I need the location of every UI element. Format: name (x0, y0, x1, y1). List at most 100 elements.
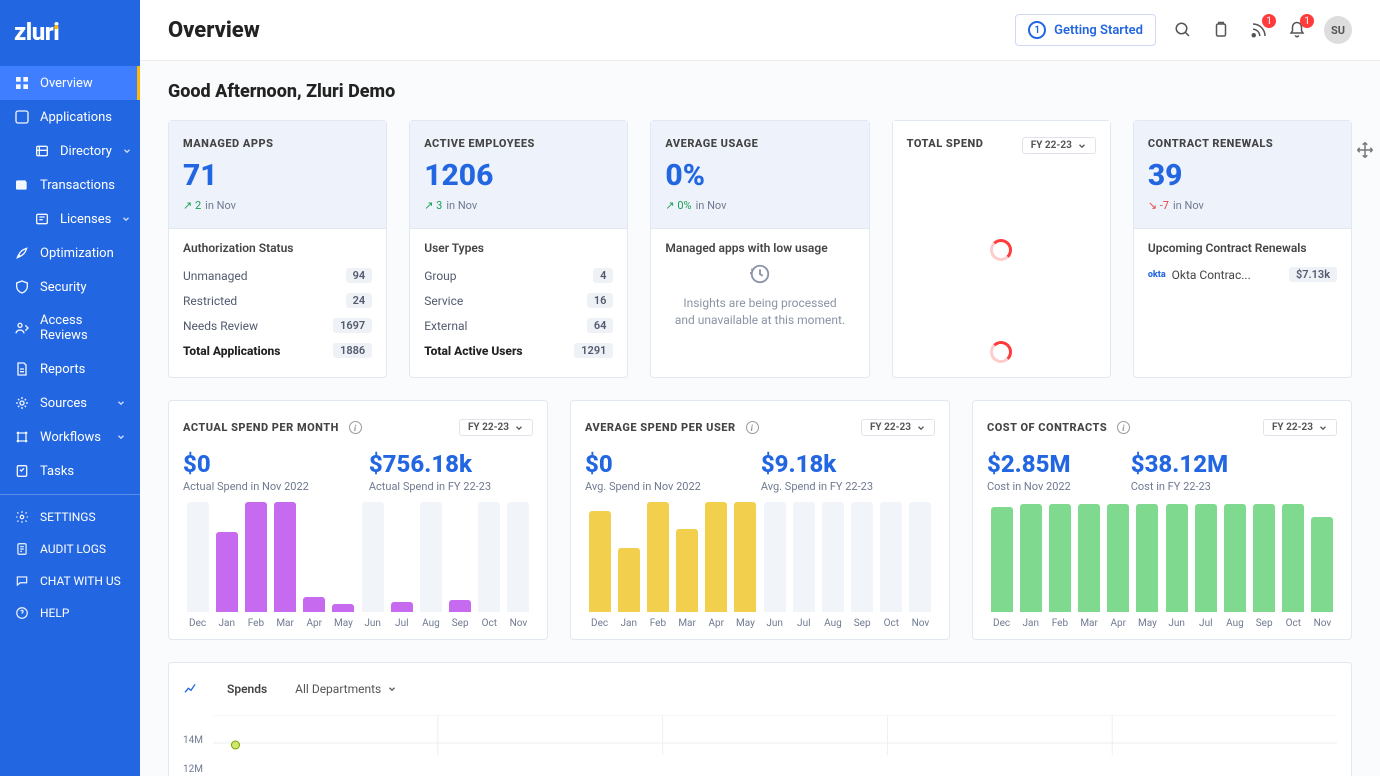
bar[interactable] (449, 600, 471, 612)
stat-row[interactable]: Unmanaged94 (183, 263, 372, 288)
bar-column: Mar (271, 502, 300, 629)
bar[interactable] (478, 502, 500, 612)
move-icon[interactable] (1356, 141, 1374, 159)
progress-step-icon: 1 (1028, 21, 1046, 39)
bar[interactable] (705, 502, 727, 612)
clipboard-icon[interactable] (1210, 19, 1232, 41)
bar[interactable] (1049, 504, 1071, 612)
bar[interactable] (274, 502, 296, 612)
bar[interactable] (1282, 504, 1304, 612)
nav-item-security[interactable]: Security (0, 270, 140, 304)
bar[interactable] (1136, 504, 1158, 612)
bar[interactable] (676, 529, 698, 612)
bar[interactable] (793, 502, 815, 612)
user-avatar[interactable]: SU (1324, 16, 1352, 44)
period-selector[interactable]: FY 22-23 (861, 419, 935, 436)
bar-label: Mar (678, 618, 696, 629)
bar[interactable] (245, 502, 267, 612)
greeting-heading: Good Afternoon, Zluri Demo (168, 81, 1352, 102)
bar[interactable] (1107, 504, 1129, 612)
nav-item-licenses[interactable]: Licenses (0, 202, 140, 236)
bar[interactable] (216, 532, 238, 612)
kpi-delta: ↘ -7 in Nov (1148, 199, 1337, 212)
bar[interactable] (362, 502, 384, 612)
bar-column: Feb (643, 502, 672, 629)
bar[interactable] (332, 604, 354, 612)
period-selector[interactable]: FY 22-23 (459, 419, 533, 436)
bar[interactable] (391, 602, 413, 612)
kpi-label: AVERAGE USAGE (665, 137, 854, 150)
spends-tab[interactable]: Spends (227, 682, 267, 696)
bar[interactable] (880, 502, 902, 612)
info-icon[interactable]: i (746, 421, 759, 434)
bar-label: Dec (591, 618, 608, 629)
info-icon[interactable]: i (1117, 421, 1130, 434)
bar[interactable] (1195, 504, 1217, 612)
bar[interactable] (1311, 517, 1333, 612)
nav-item-directory[interactable]: Directory (0, 134, 140, 168)
kpi-contract-renewals: CONTRACT RENEWALS 39 ↘ -7 in Nov Upcomin… (1133, 120, 1352, 378)
bar[interactable] (303, 597, 325, 612)
task-icon (14, 463, 30, 479)
bar[interactable] (589, 511, 611, 612)
bar[interactable] (507, 502, 529, 612)
bar[interactable] (734, 502, 756, 612)
chart-metric: $756.18kActual Spend in FY 22-23 (369, 450, 491, 493)
bell-icon[interactable]: 1 (1286, 19, 1308, 41)
bar[interactable] (764, 502, 786, 612)
period-selector[interactable]: FY 22-23 (1263, 419, 1337, 436)
nav-item-chat-with-us[interactable]: CHAT WITH US (0, 565, 140, 597)
stat-row[interactable]: Restricted24 (183, 288, 372, 313)
main-area: Overview 1 Getting Started 1 (140, 0, 1380, 776)
nav-item-sources[interactable]: Sources (0, 386, 140, 420)
stat-row[interactable]: Group4 (424, 263, 613, 288)
info-icon[interactable]: i (349, 421, 362, 434)
bar[interactable] (851, 502, 873, 612)
access-icon (14, 320, 30, 336)
kpi-subheading: User Types (424, 241, 613, 255)
bar-label: Apr (709, 618, 725, 629)
bar[interactable] (1224, 504, 1246, 612)
bar[interactable] (420, 502, 442, 612)
nav-item-applications[interactable]: Applications (0, 100, 140, 134)
stat-row[interactable]: Needs Review1697 (183, 313, 372, 338)
kpi-total-spend: TOTAL SPEND FY 22-23 (892, 120, 1111, 378)
nav-item-settings[interactable]: SETTINGS (0, 501, 140, 533)
bar[interactable] (618, 548, 640, 612)
bar[interactable] (909, 502, 931, 612)
bar-chart: DecJanFebMarAprMayJunJulAugSepOctNov (585, 509, 935, 629)
period-selector[interactable]: FY 22-23 (1022, 137, 1096, 154)
bar-label: Apr (307, 618, 323, 629)
stat-row[interactable]: Service16 (424, 288, 613, 313)
nav-item-workflows[interactable]: Workflows (0, 420, 140, 454)
getting-started-button[interactable]: 1 Getting Started (1015, 14, 1156, 46)
kpi-label: TOTAL SPEND (907, 137, 984, 150)
nav-item-transactions[interactable]: Transactions (0, 168, 140, 202)
nav-item-audit-logs[interactable]: AUDIT LOGS (0, 533, 140, 565)
nav-item-overview[interactable]: Overview (0, 66, 140, 100)
nav-item-reports[interactable]: Reports (0, 352, 140, 386)
nav-item-access-reviews[interactable]: Access Reviews (0, 304, 140, 352)
nav-label: SETTINGS (40, 510, 96, 524)
bar-column: Aug (818, 502, 847, 629)
bar[interactable] (822, 502, 844, 612)
feed-icon[interactable]: 1 (1248, 19, 1270, 41)
bar[interactable] (187, 502, 209, 612)
nav-item-tasks[interactable]: Tasks (0, 454, 140, 488)
bar[interactable] (1020, 504, 1042, 612)
bar[interactable] (991, 507, 1013, 612)
stat-row[interactable]: External64 (424, 313, 613, 338)
kpi-value: 39 (1148, 158, 1337, 193)
bar[interactable] (1078, 504, 1100, 612)
nav-item-help[interactable]: HELP (0, 597, 140, 629)
renewal-row[interactable]: okta Okta Contrac... $7.13k (1148, 263, 1337, 286)
bar[interactable] (1166, 504, 1188, 612)
nav-label: Transactions (40, 178, 115, 193)
department-selector[interactable]: All Departments (295, 682, 397, 696)
charts-row: ACTUAL SPEND PER MONTHi FY 22-23 $0Actua… (168, 400, 1352, 640)
nav-item-optimization[interactable]: Optimization (0, 236, 140, 270)
search-icon[interactable] (1172, 19, 1194, 41)
bar[interactable] (647, 502, 669, 612)
bar[interactable] (1253, 504, 1275, 612)
bar-label: Oct (884, 618, 899, 629)
